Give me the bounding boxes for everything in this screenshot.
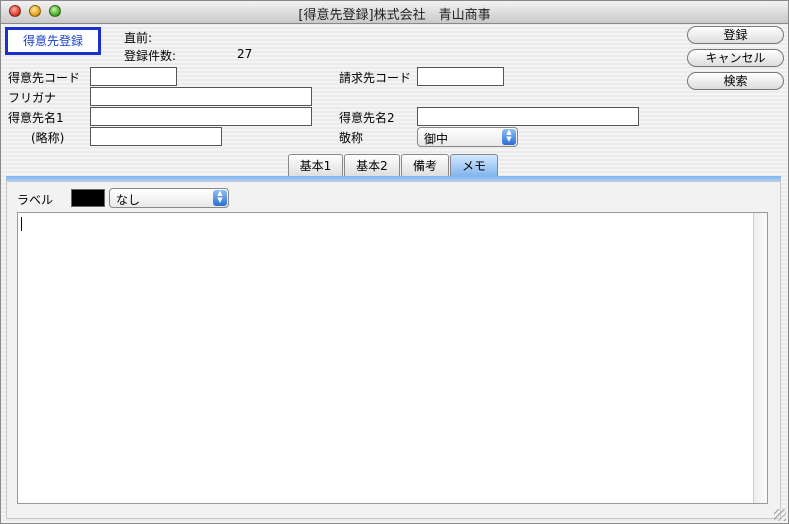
tab-notes[interactable]: 備考 [401,154,449,177]
customer-code-label: 得意先コード [8,71,81,85]
resize-grip-icon[interactable] [774,509,786,521]
prev-label: 直前: [124,31,153,45]
honorific-value: 御中 [424,132,449,146]
count-value: 27 [237,47,253,61]
search-button[interactable]: 検索 [687,72,784,90]
tab-basic2[interactable]: 基本2 [344,154,400,177]
count-label: 登録件数: [124,49,177,63]
memo-label-label: ラベル [17,193,54,207]
memo-scrollbar[interactable] [753,213,767,503]
honorific-select[interactable]: 御中 ▲ ▼ [417,127,518,147]
window-title: [得意先登録]株式会社 青山商事 [298,8,491,23]
label-select[interactable]: なし ▲ ▼ [109,188,229,208]
honorific-label: 敬称 [339,131,364,145]
tab-memo[interactable]: メモ [450,154,498,177]
name2-label: 得意先名2 [339,111,395,125]
cancel-button[interactable]: キャンセル [687,49,784,67]
label-select-value: なし [116,193,141,207]
short-name-input[interactable] [90,127,222,146]
updown-arrows-icon: ▲ ▼ [502,129,516,145]
furigana-input[interactable] [90,87,312,106]
title-bar: [得意先登録]株式会社 青山商事 [1,1,788,24]
customer-code-input[interactable] [90,67,177,86]
register-button[interactable]: 登録 [687,26,784,44]
mode-indicator: 得意先登録 [5,27,101,55]
memo-textarea[interactable] [17,212,768,504]
name1-label: 得意先名1 [8,111,64,125]
label-color-swatch[interactable] [71,189,105,207]
name1-input[interactable] [90,107,312,126]
billing-code-input[interactable] [417,67,504,86]
name2-input[interactable] [417,107,639,126]
text-caret [21,217,22,231]
updown-arrows-icon: ▲ ▼ [213,190,227,206]
short-name-label: (略称) [31,131,65,145]
app-window: [得意先登録]株式会社 青山商事 得意先登録 直前: 登録件数: 27 登録 キ… [0,0,789,524]
billing-code-label: 請求先コード [339,71,412,85]
furigana-label: フリガナ [8,91,57,105]
tab-basic1[interactable]: 基本1 [288,154,343,177]
